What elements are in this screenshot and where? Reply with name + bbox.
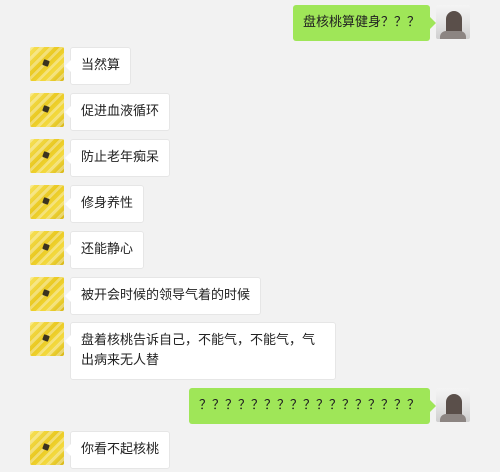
message-bubble-received[interactable]: 盘着核桃告诉自己，不能气，不能气，气出病来无人替 — [65, 322, 336, 380]
contact-avatar[interactable] — [30, 277, 64, 311]
message-bubble-received[interactable]: 你看不起核桃 — [64, 431, 171, 469]
message-bubble-received[interactable]: 促进血液循环 — [64, 93, 171, 131]
contact-avatar[interactable] — [30, 139, 64, 173]
avatar-shoulder-shape — [440, 414, 466, 422]
message-text: 你看不起核桃 — [81, 442, 160, 457]
contact-avatar[interactable] — [30, 47, 64, 81]
contact-avatar[interactable] — [30, 93, 64, 127]
message-text: 修身养性 — [81, 196, 134, 211]
message-bubble-received[interactable]: 被开会时候的领导气着的时候 — [64, 277, 262, 315]
message-text: 还能静心 — [81, 242, 134, 257]
contact-avatar[interactable] — [30, 431, 64, 465]
chat-conversation: 盘核桃算健身？？？ 当然算 促进血液循环 防止老年痴呆 修身养性 还能静心 被开… — [0, 0, 500, 472]
message-text: 盘核桃算健身？？？ — [302, 15, 420, 30]
avatar-shoulder-shape — [440, 31, 466, 39]
contact-avatar[interactable] — [30, 322, 64, 356]
self-avatar[interactable] — [436, 5, 470, 39]
contact-avatar[interactable] — [30, 185, 64, 219]
contact-avatar[interactable] — [30, 231, 64, 265]
message-bubble-sent[interactable]: 盘核桃算健身？？？ — [292, 5, 437, 41]
message-text: 盘着核桃告诉自己，不能气，不能气，气出病来无人替 — [81, 333, 316, 368]
message-text: 防止老年痴呆 — [81, 150, 160, 165]
self-avatar[interactable] — [436, 388, 470, 422]
message-bubble-sent[interactable]: ？？？？？？？？？？？？？？？？？ — [188, 388, 437, 424]
message-bubble-received[interactable]: 修身养性 — [64, 185, 145, 223]
message-bubble-received[interactable]: 还能静心 — [64, 231, 145, 269]
message-text: 当然算 — [81, 58, 121, 73]
message-text: 被开会时候的领导气着的时候 — [81, 288, 251, 303]
message-bubble-received[interactable]: 防止老年痴呆 — [64, 139, 171, 177]
message-text: ？？？？？？？？？？？？？？？？？ — [198, 398, 420, 413]
message-text: 促进血液循环 — [81, 104, 160, 119]
message-bubble-received[interactable]: 当然算 — [64, 47, 132, 85]
